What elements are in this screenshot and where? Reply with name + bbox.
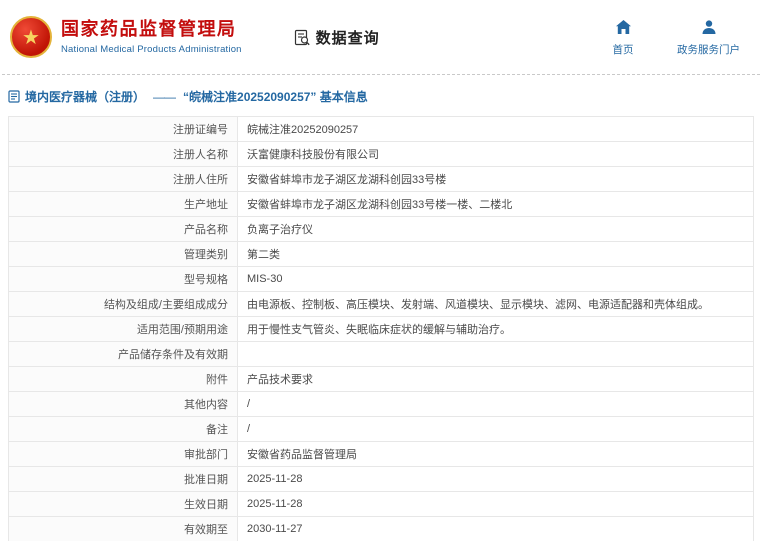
- org-name-en: National Medical Products Administration: [61, 44, 242, 55]
- data-query-title: 数据查询: [294, 27, 380, 48]
- nav-home[interactable]: 首页: [603, 18, 643, 57]
- row-label: 结构及组成/主要组成成分: [9, 292, 238, 317]
- row-label: 注册人名称: [9, 142, 238, 167]
- row-value: 沃富健康科技股份有限公司: [238, 142, 754, 167]
- row-value: /: [238, 417, 754, 442]
- breadcrumb-category[interactable]: 境内医疗器械（注册）: [25, 88, 145, 105]
- row-label: 管理类别: [9, 242, 238, 267]
- breadcrumb-dash: ——: [153, 90, 175, 104]
- registration-detail-table: 注册证编号皖械注准20252090257注册人名称沃富健康科技股份有限公司注册人…: [8, 116, 754, 541]
- breadcrumb: 境内医疗器械（注册） —— “皖械注准20252090257” 基本信息: [0, 75, 762, 114]
- top-nav: 首页 政务服务门户: [603, 18, 748, 57]
- nav-gov-portal-label: 政务服务门户: [677, 42, 740, 57]
- row-value: MIS-30: [238, 267, 754, 292]
- row-label: 生效日期: [9, 492, 238, 517]
- table-row: 产品名称负离子治疗仪: [9, 217, 754, 242]
- table-row: 注册人名称沃富健康科技股份有限公司: [9, 142, 754, 167]
- row-value: 由电源板、控制板、高压模块、发射端、风道模块、显示模块、滤网、电源适配器和壳体组…: [238, 292, 754, 317]
- breadcrumb-document-icon: [8, 90, 20, 103]
- row-label: 审批部门: [9, 442, 238, 467]
- table-row: 型号规格MIS-30: [9, 267, 754, 292]
- row-value: 2030-11-27: [238, 517, 754, 541]
- table-row: 注册证编号皖械注准20252090257: [9, 117, 754, 142]
- data-query-label: 数据查询: [316, 27, 380, 48]
- table-row: 适用范围/预期用途用于慢性支气管炎、失眠临床症状的缓解与辅助治疗。: [9, 317, 754, 342]
- table-row: 其他内容/: [9, 392, 754, 417]
- org-name-cn: 国家药品监督管理局: [61, 19, 242, 40]
- row-label: 产品名称: [9, 217, 238, 242]
- row-value: 产品技术要求: [238, 367, 754, 392]
- row-label: 有效期至: [9, 517, 238, 541]
- row-value: 皖械注准20252090257: [238, 117, 754, 142]
- table-row: 管理类别第二类: [9, 242, 754, 267]
- table-row: 生产地址安徽省蚌埠市龙子湖区龙湖科创园33号楼一楼、二楼北: [9, 192, 754, 217]
- row-label: 批准日期: [9, 467, 238, 492]
- row-value: 安徽省蚌埠市龙子湖区龙湖科创园33号楼一楼、二楼北: [238, 192, 754, 217]
- row-value: 安徽省蚌埠市龙子湖区龙湖科创园33号楼: [238, 167, 754, 192]
- table-row: 审批部门安徽省药品监督管理局: [9, 442, 754, 467]
- nav-home-label: 首页: [613, 42, 634, 57]
- row-label: 附件: [9, 367, 238, 392]
- row-value: 2025-11-28: [238, 467, 754, 492]
- row-label: 型号规格: [9, 267, 238, 292]
- page-header: ★ 国家药品监督管理局 National Medical Products Ad…: [0, 0, 762, 74]
- home-icon: [615, 18, 632, 36]
- table-row: 备注/: [9, 417, 754, 442]
- table-row: 注册人住所安徽省蚌埠市龙子湖区龙湖科创园33号楼: [9, 167, 754, 192]
- table-row: 结构及组成/主要组成成分由电源板、控制板、高压模块、发射端、风道模块、显示模块、…: [9, 292, 754, 317]
- row-label: 注册人住所: [9, 167, 238, 192]
- table-row: 产品储存条件及有效期: [9, 342, 754, 367]
- table-row: 附件产品技术要求: [9, 367, 754, 392]
- row-label: 注册证编号: [9, 117, 238, 142]
- table-row: 有效期至2030-11-27: [9, 517, 754, 541]
- row-label: 适用范围/预期用途: [9, 317, 238, 342]
- row-value: /: [238, 392, 754, 417]
- nav-gov-portal[interactable]: 政务服务门户: [677, 18, 740, 57]
- row-label: 其他内容: [9, 392, 238, 417]
- national-emblem-icon: ★: [10, 16, 52, 58]
- row-label: 产品储存条件及有效期: [9, 342, 238, 367]
- org-names: 国家药品监督管理局 National Medical Products Admi…: [61, 19, 242, 55]
- document-search-icon: [294, 29, 311, 46]
- row-label: 生产地址: [9, 192, 238, 217]
- row-value: 第二类: [238, 242, 754, 267]
- row-value: [238, 342, 754, 367]
- row-value: 用于慢性支气管炎、失眠临床症状的缓解与辅助治疗。: [238, 317, 754, 342]
- row-label: 备注: [9, 417, 238, 442]
- breadcrumb-current: “皖械注准20252090257” 基本信息: [183, 88, 368, 105]
- user-icon: [701, 18, 717, 36]
- table-row: 批准日期2025-11-28: [9, 467, 754, 492]
- table-row: 生效日期2025-11-28: [9, 492, 754, 517]
- row-value: 2025-11-28: [238, 492, 754, 517]
- row-value: 安徽省药品监督管理局: [238, 442, 754, 467]
- row-value: 负离子治疗仪: [238, 217, 754, 242]
